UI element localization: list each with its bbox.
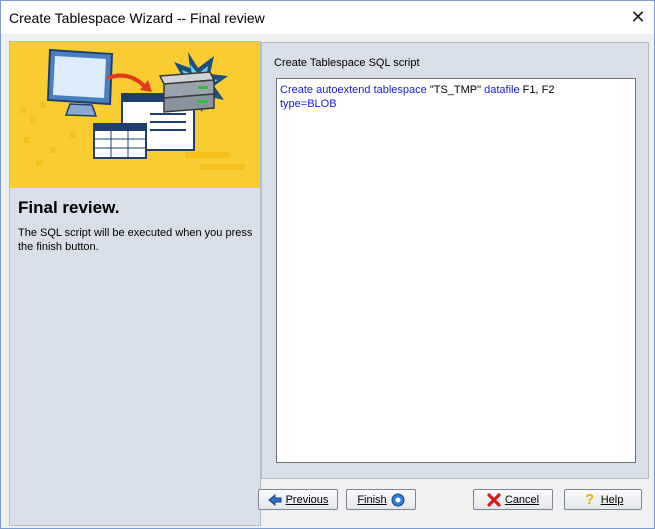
sql-script-panel: Create Tablespace SQL script Create auto… <box>261 42 649 479</box>
cancel-button[interactable]: Cancel <box>473 489 553 510</box>
previous-label: Previous <box>285 493 329 506</box>
sql-script-label: Create Tablespace SQL script <box>274 57 420 69</box>
sql-script-textarea[interactable]: Create autoextend tablespace "TS_TMP" da… <box>276 78 636 463</box>
sql-keyword: Create autoextend tablespace <box>280 84 427 96</box>
finish-icon <box>391 493 405 506</box>
help-label: Help <box>600 493 624 506</box>
sql-datafiles: F1, F2 <box>522 84 555 96</box>
previous-button[interactable]: Previous <box>258 489 338 510</box>
sql-identifier: "TS_TMP" <box>429 84 482 96</box>
finish-button[interactable]: Finish <box>346 489 416 510</box>
wizard-window: Create Tablespace Wizard -- Final review… <box>0 0 655 529</box>
sql-keyword: type=BLOB <box>280 98 337 110</box>
step-heading: Final review. <box>18 198 120 217</box>
wizard-sidebar: Final review. The SQL script will be exe… <box>9 41 261 526</box>
close-icon[interactable]: ✕ <box>626 6 650 30</box>
finish-label: Finish <box>357 493 387 506</box>
arrow-left-icon <box>267 493 282 506</box>
title-bar: Create Tablespace Wizard -- Final review… <box>1 1 654 34</box>
database-illustration-icon <box>10 42 260 188</box>
wizard-banner <box>10 42 260 188</box>
red-x-icon <box>487 492 501 507</box>
step-description: The SQL script will be executed when you… <box>18 227 253 253</box>
help-button[interactable]: ? Help <box>564 489 642 510</box>
cancel-label: Cancel <box>504 493 540 506</box>
question-icon: ? <box>585 490 595 508</box>
sql-keyword: datafile <box>484 84 520 96</box>
window-title: Create Tablespace Wizard -- Final review <box>9 10 265 26</box>
